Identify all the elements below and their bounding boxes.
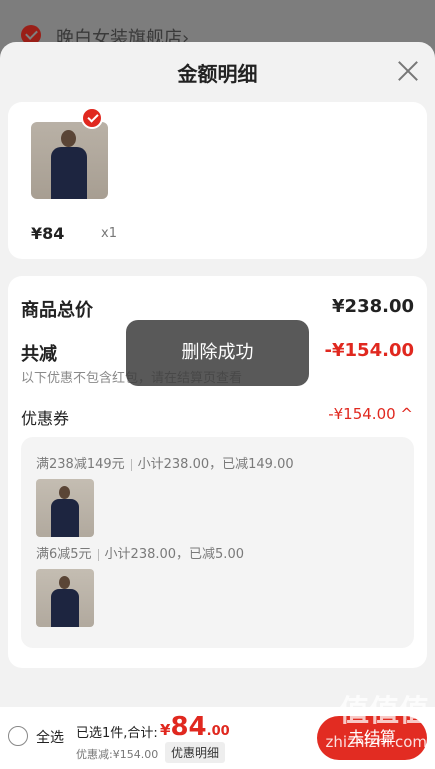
select-all-label[interactable]: 全选 bbox=[36, 727, 64, 747]
goods-total-value: ¥238.00 bbox=[332, 296, 414, 317]
toast-message: 删除成功 bbox=[126, 320, 309, 386]
coupon-product-thumbnail bbox=[36, 569, 94, 627]
coupon-product-thumbnail bbox=[36, 479, 94, 537]
close-icon[interactable] bbox=[397, 60, 419, 82]
total-price: ¥84.00 bbox=[160, 712, 230, 742]
watermark-url: zhizhizhi.com bbox=[325, 733, 427, 751]
coupon-detail: 小计238.00，已减5.00 bbox=[104, 547, 244, 562]
reduction-label: 共减 bbox=[21, 344, 57, 365]
sheet-title: 金额明细 bbox=[177, 62, 258, 86]
reduction-value: -¥154.00 bbox=[324, 340, 414, 361]
select-all-radio[interactable] bbox=[8, 726, 28, 746]
goods-total-label: 商品总价 bbox=[21, 300, 93, 321]
coupon-rule: 满238减149元 bbox=[36, 457, 125, 472]
watermark-logo: 值值值 bbox=[339, 694, 429, 729]
coupon-rule: 满6减5元 bbox=[36, 547, 92, 562]
total-currency: ¥ bbox=[160, 721, 171, 739]
product-selected-check-icon[interactable] bbox=[81, 107, 103, 129]
coupon-line-2: 满6减5元 小计238.00，已减5.00 bbox=[36, 543, 244, 562]
total-integer: 84 bbox=[170, 712, 207, 742]
product-card: ¥84 x1 bbox=[8, 102, 427, 259]
coupon-value-toggle[interactable]: -¥154.00 ^ bbox=[328, 405, 413, 423]
coupon-label: 优惠券 bbox=[21, 409, 70, 428]
coupon-details-box: 满238减149元 小计238.00，已减149.00 满6减5元 小计238.00… bbox=[21, 437, 414, 648]
amount-detail-sheet: 金额明细 ¥84 x1 商品总价 ¥238.00 共减 -¥154.00 以下优… bbox=[0, 42, 435, 769]
product-price: ¥84 bbox=[31, 224, 65, 243]
coupon-line-1: 满238减149元 小计238.00，已减149.00 bbox=[36, 453, 294, 472]
selected-summary: 已选1件,合计: bbox=[76, 726, 158, 741]
product-quantity: x1 bbox=[101, 226, 117, 241]
coupon-detail: 小计238.00，已减149.00 bbox=[137, 457, 294, 472]
total-decimal: .00 bbox=[206, 724, 230, 739]
discount-detail-button[interactable]: 优惠明细 bbox=[165, 742, 226, 763]
product-image[interactable] bbox=[31, 122, 108, 199]
discount-summary: 优惠减:¥154.00 bbox=[76, 748, 159, 761]
